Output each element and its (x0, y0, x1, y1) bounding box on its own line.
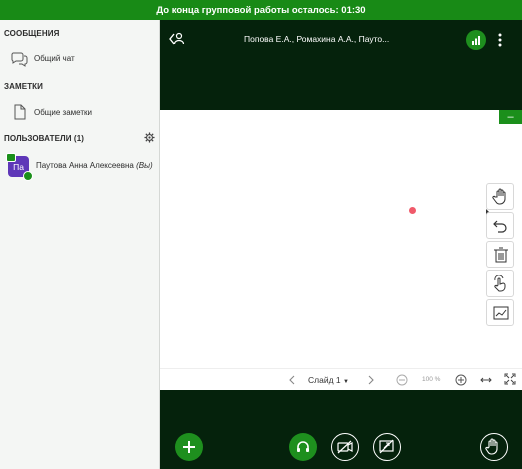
notes-section-title: ЗАМЕТКИ (4, 82, 44, 91)
slide-controls: Слайд 1 ▼ 100 % (160, 368, 522, 390)
user-list-item[interactable]: Па Паутова Анна Алексеевна (Вы) (0, 152, 159, 181)
chart-icon (493, 306, 509, 320)
multi-user-button[interactable] (486, 270, 514, 297)
shared-notes-label: Общие заметки (34, 107, 92, 117)
main-header: Попова Е.А., Ромахина А.А., Пауто... (160, 20, 522, 60)
users-section-title: ПОЛЬЗОВАТЕЛИ (1) (4, 134, 85, 143)
avatar: Па (6, 153, 33, 181)
user-full-name: Паутова Анна Алексеевна (36, 161, 134, 170)
shared-notes-item[interactable]: Общие заметки (0, 100, 159, 124)
timer-banner-text: До конца групповой работы осталось: 01:3… (156, 4, 366, 16)
headphones-icon (297, 441, 309, 452)
minimize-presentation-button[interactable]: – (499, 110, 522, 124)
raise-hand-button[interactable] (480, 433, 508, 461)
chat-icon (11, 52, 28, 67)
video-off-icon (337, 440, 353, 454)
connection-status[interactable] (466, 30, 486, 50)
multi-user-hand-icon (494, 275, 506, 292)
signal-bars-icon (472, 36, 480, 45)
whiteboard[interactable]: – (160, 110, 522, 368)
video-button[interactable] (331, 433, 359, 461)
chart-button[interactable] (486, 299, 514, 326)
more-vert-icon[interactable] (494, 31, 506, 49)
user-you-suffix: (Вы) (136, 161, 153, 170)
participants-title: Попова Е.А., Ромахина А.А., Пауто... (244, 34, 390, 44)
audio-badge-icon (23, 171, 33, 181)
sidebar: СООБЩЕНИЯ Общий чат ЗАМЕТКИ Общие заметк… (0, 20, 160, 469)
actions-plus-button[interactable] (175, 433, 203, 461)
plus-icon (183, 441, 195, 453)
fullscreen-icon[interactable] (504, 373, 516, 385)
pointer-dot (409, 207, 416, 214)
timer-banner: До конца групповой работы осталось: 01:3… (0, 0, 522, 20)
raise-hand-icon (485, 438, 498, 455)
trash-icon (494, 247, 508, 263)
hand-tool-button[interactable] (486, 183, 514, 215)
prev-slide-icon[interactable] (287, 375, 297, 385)
zoom-value: 100 % (422, 376, 441, 383)
fit-width-icon[interactable] (479, 374, 493, 386)
screen-share-button[interactable] (373, 433, 401, 461)
chevron-down-icon: ▼ (343, 379, 349, 385)
hand-icon (492, 188, 506, 205)
zoom-out-icon[interactable] (396, 374, 408, 386)
slide-select[interactable]: Слайд 1 ▼ (308, 375, 349, 385)
zoom-in-icon[interactable] (455, 374, 467, 386)
audio-button[interactable] (289, 433, 317, 461)
user-name: Паутова Анна Алексеевна (Вы) (36, 161, 153, 170)
main-area: Попова Е.А., Ромахина А.А., Пауто... – С… (160, 20, 522, 469)
note-icon (14, 104, 26, 120)
gear-icon[interactable] (144, 132, 155, 143)
undo-button[interactable] (486, 212, 514, 239)
clear-button[interactable] (486, 241, 514, 268)
public-chat-item[interactable]: Общий чат (0, 46, 159, 70)
public-chat-label: Общий чат (34, 53, 75, 63)
presenter-badge-icon (6, 153, 16, 162)
back-user-icon[interactable] (168, 31, 186, 47)
messages-section-title: СООБЩЕНИЯ (4, 29, 60, 38)
screen-share-off-icon (379, 439, 394, 454)
slide-label: Слайд 1 (308, 375, 341, 385)
avatar-initials: Па (13, 161, 24, 172)
undo-icon (493, 220, 507, 233)
next-slide-icon[interactable] (366, 375, 376, 385)
